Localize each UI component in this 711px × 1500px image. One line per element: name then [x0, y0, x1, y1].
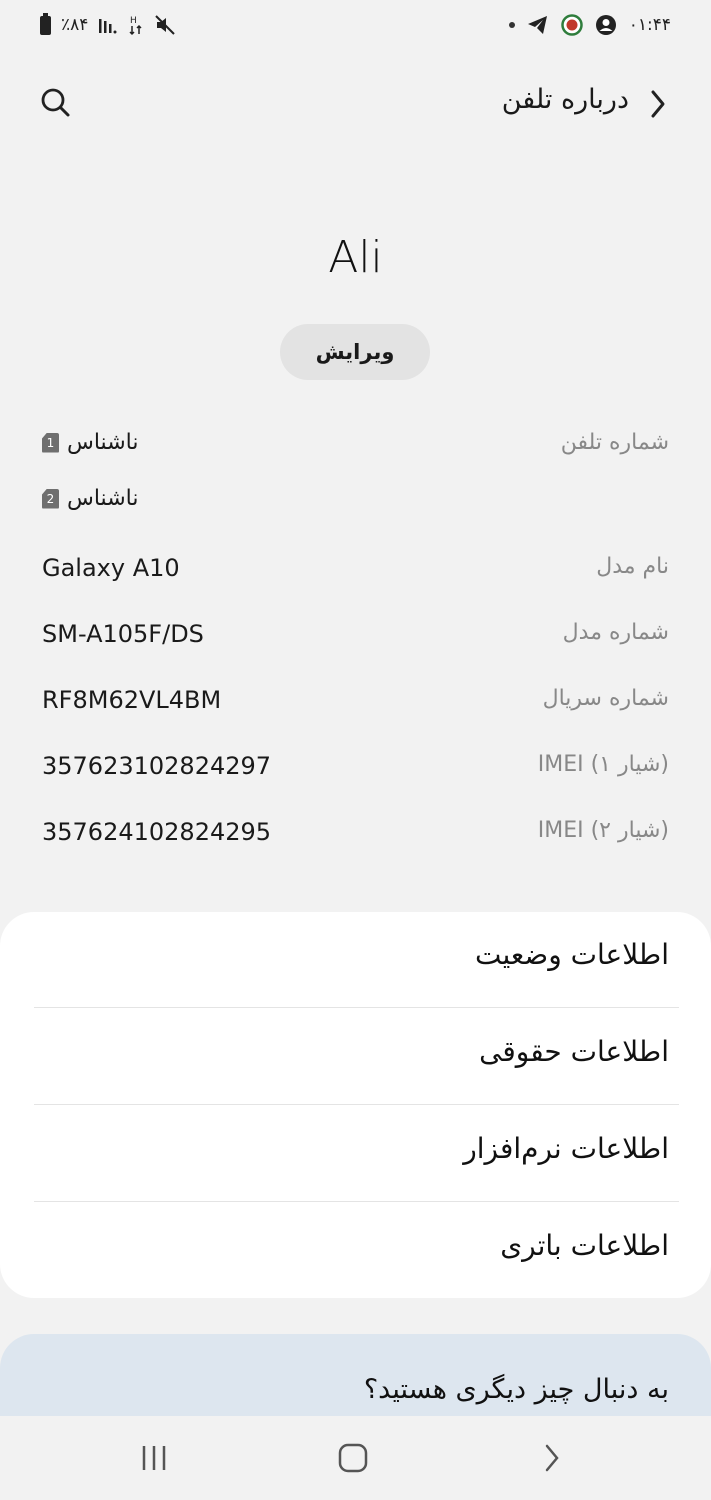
- menu-item-battery[interactable]: اطلاعات باتری: [34, 1203, 679, 1299]
- edit-button[interactable]: ویرایش: [280, 324, 430, 380]
- model-number-value: SM-A105F/DS: [42, 620, 204, 648]
- suggestion-card[interactable]: به دنبال چیز دیگری هستید؟: [0, 1334, 711, 1424]
- menu-item-status[interactable]: اطلاعات وضعیت: [34, 912, 679, 1008]
- page-title: درباره تلفن: [501, 84, 629, 115]
- sim2-number: ناشناس: [67, 486, 139, 511]
- sim1-value: 1 ناشناس: [42, 430, 138, 455]
- battery-icon: [40, 12, 51, 35]
- info-row-serial: شماره سریال RF8M62VL4BM: [42, 680, 669, 720]
- sim2-icon: 2: [42, 488, 59, 509]
- recents-button[interactable]: [132, 1436, 176, 1480]
- back-button[interactable]: [643, 84, 671, 124]
- home-icon: [338, 1443, 368, 1473]
- serial-number-value: RF8M62VL4BM: [42, 686, 222, 714]
- imei2-label: IMEI (۲ شیار): [537, 818, 669, 843]
- status-right: ۰۱:۴۴: [508, 14, 671, 36]
- imei2-value: 357624102824295: [42, 818, 272, 846]
- info-row-imei1: IMEI (۱ شیار) 357623102824297: [42, 746, 669, 786]
- data-icon: H: [129, 16, 142, 36]
- search-button[interactable]: [36, 84, 76, 124]
- info-row-imei2: IMEI (۲ شیار) 357624102824295: [42, 812, 669, 852]
- menu-item-status-label: اطلاعات وضعیت: [474, 938, 669, 971]
- mute-icon: [155, 15, 176, 35]
- model-name-label: نام مدل: [596, 554, 669, 579]
- notification-dot: [508, 22, 515, 28]
- info-row-phone: شماره تلفن 1 ناشناس: [42, 424, 669, 464]
- navigation-bar: [0, 1416, 711, 1500]
- info-row-phone-2: 2 ناشناس: [42, 480, 669, 520]
- model-name-value: Galaxy A10: [42, 554, 180, 582]
- menu-item-legal-label: اطلاعات حقوقی: [479, 1035, 669, 1068]
- sim1-number: ناشناس: [67, 430, 139, 455]
- app-icon: [560, 14, 583, 36]
- recents-icon: [142, 1446, 166, 1470]
- sim1-icon: 1: [42, 432, 59, 453]
- phone-number-label: شماره تلفن: [560, 430, 669, 455]
- status-bar: ٪۸۴ H ۰۱:۴۴: [0, 0, 711, 56]
- search-icon: [41, 88, 70, 117]
- home-button[interactable]: [331, 1436, 375, 1480]
- svg-text:H: H: [130, 16, 137, 26]
- menu-item-software[interactable]: اطلاعات نرم‌افزار: [34, 1106, 679, 1202]
- battery-percent: ٪۸۴: [61, 15, 89, 35]
- signal-icon: [99, 19, 117, 34]
- clock: ۰۱:۴۴: [628, 15, 671, 35]
- model-number-label: شماره مدل: [562, 620, 669, 645]
- nav-back-icon: [545, 1444, 559, 1472]
- telegram-icon: [527, 16, 547, 34]
- menu-item-battery-label: اطلاعات باتری: [500, 1229, 669, 1262]
- account-icon: [595, 15, 616, 35]
- device-name: Ali: [328, 232, 383, 283]
- info-menu-card: اطلاعات وضعیت اطلاعات حقوقی اطلاعات نرم‌…: [0, 912, 711, 1298]
- sim2-value: 2 ناشناس: [42, 486, 138, 511]
- imei1-label: IMEI (۱ شیار): [537, 752, 669, 777]
- info-row-model-number: شماره مدل SM-A105F/DS: [42, 614, 669, 654]
- nav-back-button[interactable]: [530, 1436, 574, 1480]
- menu-item-legal[interactable]: اطلاعات حقوقی: [34, 1009, 679, 1105]
- menu-item-software-label: اطلاعات نرم‌افزار: [463, 1132, 669, 1165]
- info-row-model-name: نام مدل Galaxy A10: [42, 548, 669, 588]
- back-chevron-icon: [651, 90, 665, 118]
- app-header: درباره تلفن: [0, 66, 711, 138]
- serial-number-label: شماره سریال: [542, 686, 669, 711]
- imei1-value: 357623102824297: [42, 752, 272, 780]
- status-left: ٪۸۴ H: [40, 12, 176, 36]
- suggestion-text: به دنبال چیز دیگری هستید؟: [363, 1374, 669, 1405]
